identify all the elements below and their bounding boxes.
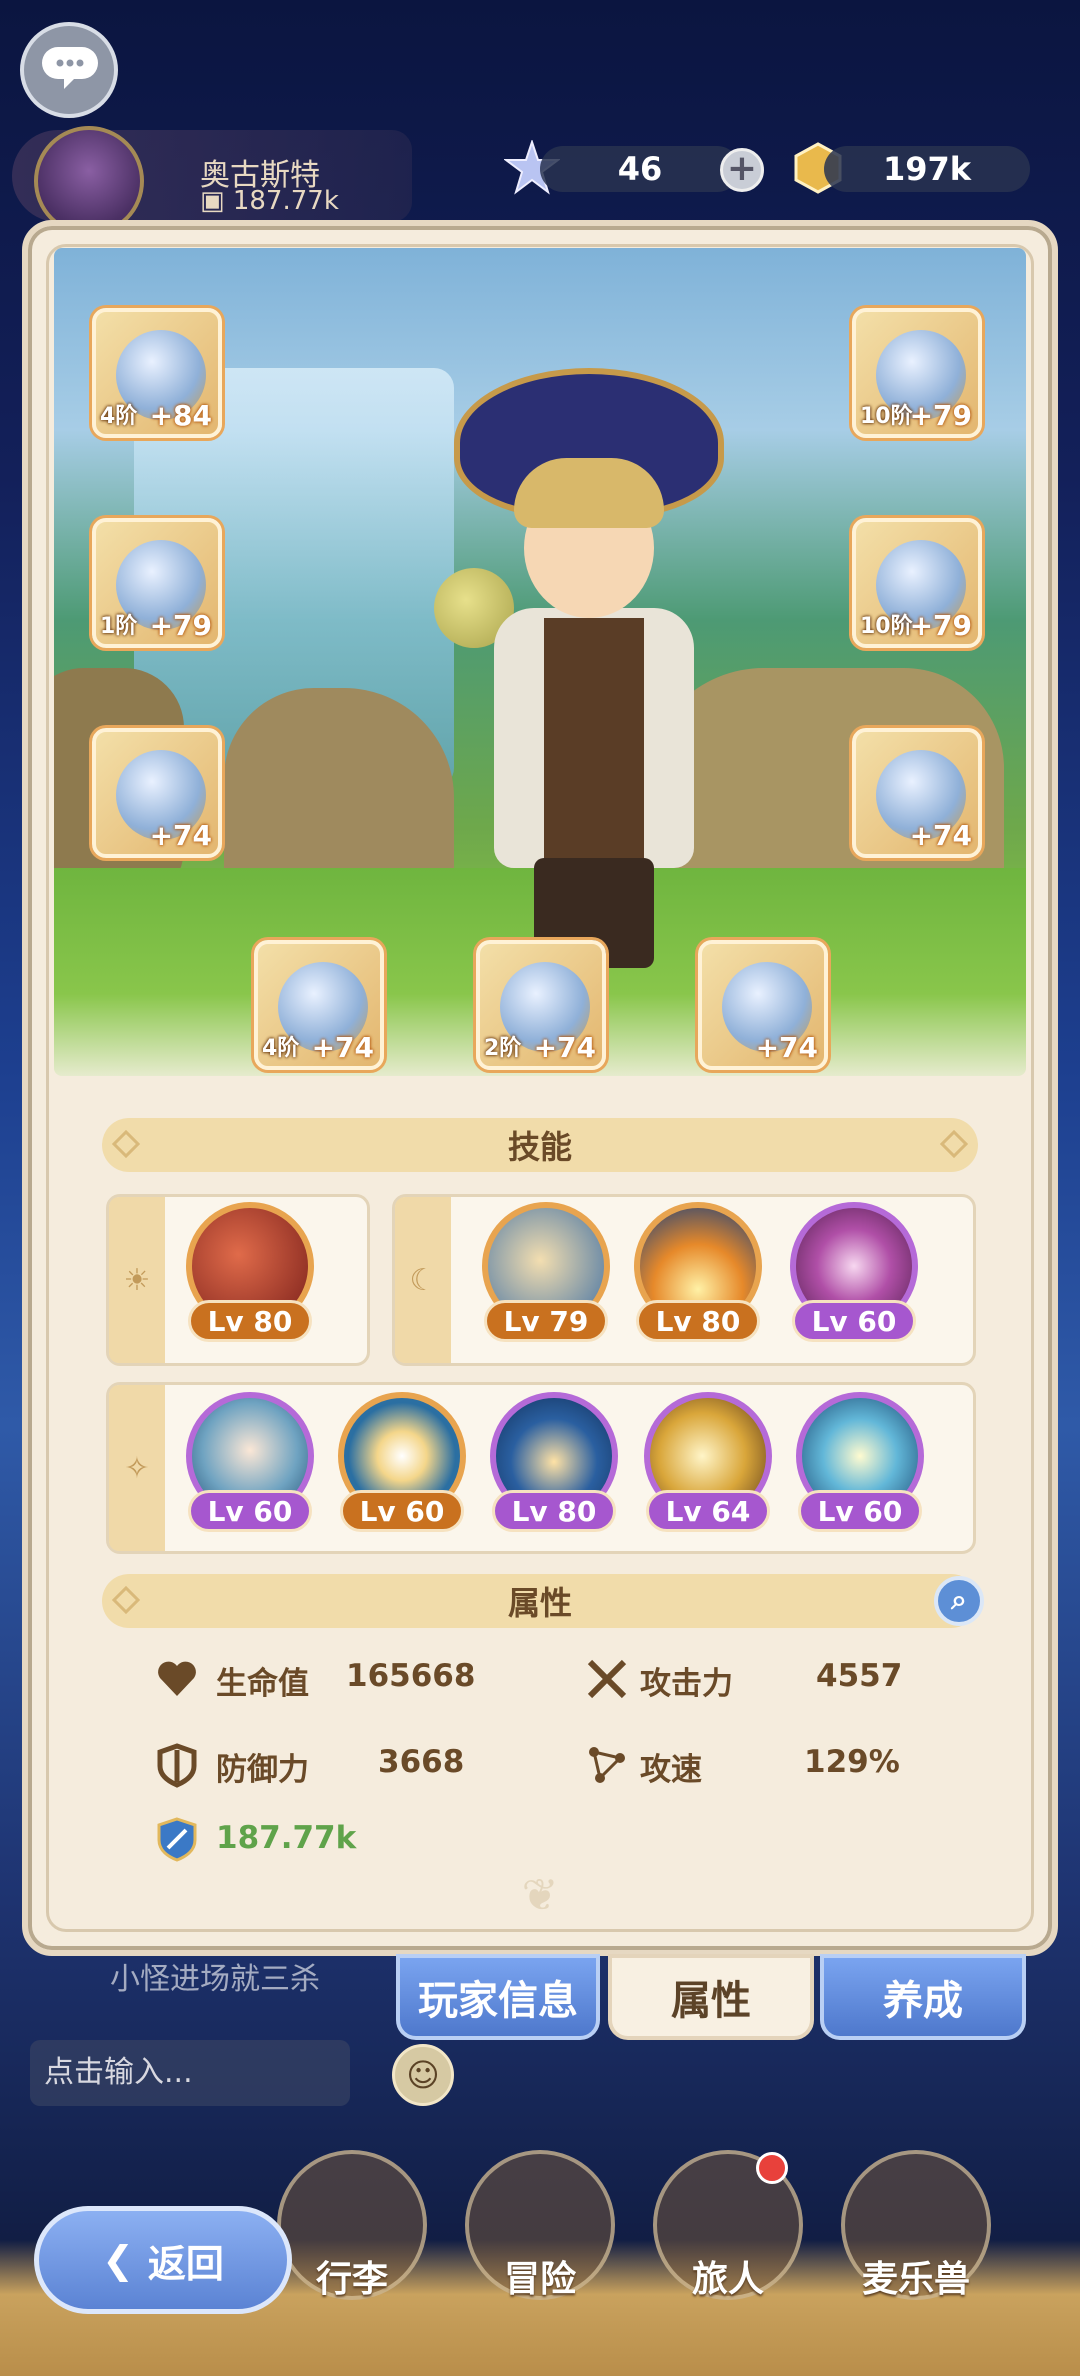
equip-slot-boots[interactable]: +74 <box>852 728 982 858</box>
tab-player-info[interactable]: 玩家信息 <box>396 1954 600 2040</box>
equip-tier: 4阶 <box>100 404 138 429</box>
skill-level-badge: Lv 60 <box>188 1490 312 1532</box>
attributes-detail-button[interactable]: ⌕ <box>934 1576 984 1626</box>
chat-bubble-icon <box>42 47 98 89</box>
power-shield-icon: ▣ <box>200 186 233 216</box>
nav-label: 行李 <box>315 2259 388 2300</box>
crystal-counter: 46 <box>540 146 740 192</box>
equip-level: +74 <box>755 1031 818 1064</box>
skills-title: 技能 <box>507 1128 572 1166</box>
skill-level-badge: Lv 64 <box>646 1490 770 1532</box>
skill-passive-4[interactable]: Lv 64 <box>644 1392 772 1532</box>
magnifier-icon: ⌕ <box>951 1583 967 1616</box>
stat-value-attack-speed: 129% <box>804 1744 900 1780</box>
sparkle-icon: ✧ <box>109 1385 165 1551</box>
skill-passive-3[interactable]: Lv 80 <box>490 1392 618 1532</box>
attributes-title: 属性 <box>507 1584 572 1622</box>
equip-slot-armor[interactable]: 1阶 +79 <box>92 518 222 648</box>
equip-tier: 1阶 <box>100 614 138 639</box>
sun-icon: ☀ <box>109 1197 165 1363</box>
equip-level: +79 <box>909 399 972 432</box>
equip-level: +74 <box>909 819 972 852</box>
skill-night-3[interactable]: Lv 60 <box>790 1202 918 1342</box>
attributes-header: 属性 ⌕ <box>102 1574 984 1628</box>
back-button[interactable]: ❮ 返回 <box>34 2206 292 2314</box>
equip-tier: 2阶 <box>484 1036 522 1061</box>
nav-luggage[interactable]: 行李 <box>272 2150 432 2350</box>
skill-night-1[interactable]: Lv 79 <box>482 1202 610 1342</box>
skill-level-badge: Lv 60 <box>792 1300 916 1342</box>
power-value: 187.77k <box>216 1820 357 1856</box>
equip-level: +74 <box>149 819 212 852</box>
crossed-swords-icon <box>587 1659 627 1699</box>
stat-value-attack: 4557 <box>816 1658 903 1694</box>
nav-label: 麦乐兽 <box>861 2259 970 2300</box>
notification-dot <box>756 2152 788 2184</box>
vest <box>544 618 644 858</box>
equip-slot-weapon[interactable]: 4阶 +84 <box>92 308 222 438</box>
equip-slot-helmet[interactable]: 10阶 +79 <box>852 308 982 438</box>
skill-passive-2[interactable]: Lv 60 <box>338 1392 466 1532</box>
nav-pets[interactable]: 麦乐兽 <box>836 2150 996 2350</box>
chat-input[interactable]: 点击输入... <box>30 2040 350 2106</box>
skill-level-badge: Lv 79 <box>484 1300 608 1342</box>
speed-icon <box>589 1747 625 1783</box>
skill-night-2[interactable]: Lv 80 <box>634 1202 762 1342</box>
nav-label: 旅人 <box>691 2259 764 2300</box>
player-power: ▣ 187.77k <box>200 186 339 216</box>
add-crystal-button[interactable]: + <box>720 148 764 192</box>
equip-level: +74 <box>311 1031 374 1064</box>
equip-level: +79 <box>909 609 972 642</box>
equip-slot-charm[interactable]: +74 <box>698 940 828 1070</box>
chat-button[interactable] <box>20 22 118 118</box>
stat-label-attack-speed: 攻速 <box>640 1752 702 1788</box>
skill-level-badge: Lv 80 <box>492 1490 616 1532</box>
panel-ornament: ❦ <box>521 1870 559 1921</box>
shield-icon <box>157 1743 197 1788</box>
skill-passive-1[interactable]: Lv 60 <box>186 1392 314 1532</box>
tab-cultivation[interactable]: 养成 <box>820 1954 1026 2040</box>
skill-level-badge: Lv 60 <box>340 1490 464 1532</box>
equip-slot-necklace[interactable]: 2阶 +74 <box>476 940 606 1070</box>
equip-level: +79 <box>149 609 212 642</box>
skill-level-badge: Lv 60 <box>798 1490 922 1532</box>
diamond-ornament-icon <box>939 1129 969 1159</box>
skill-level-badge: Lv 80 <box>636 1300 760 1342</box>
hair <box>514 458 664 528</box>
equip-tier: 10阶 <box>860 614 913 639</box>
diamond-ornament-icon <box>111 1585 141 1615</box>
back-label: 返回 <box>147 2241 224 2286</box>
nav-adventure[interactable]: 冒险 <box>460 2150 620 2350</box>
smiley-icon: ☺ <box>406 2056 440 2094</box>
stat-label-hp: 生命值 <box>216 1666 309 1702</box>
equip-tier: 10阶 <box>860 404 913 429</box>
equip-slot-pants[interactable]: +74 <box>92 728 222 858</box>
tab-attributes[interactable]: 属性 <box>608 1954 814 2040</box>
back-arrow-icon: ❮ <box>102 2238 134 2282</box>
skill-passive-5[interactable]: Lv 60 <box>796 1392 924 1532</box>
chat-message: 小怪进场就三杀 <box>110 1962 320 1997</box>
stat-value-defense: 3668 <box>378 1744 465 1780</box>
equip-slot-gloves[interactable]: 10阶 +79 <box>852 518 982 648</box>
equip-level: +84 <box>149 399 212 432</box>
equip-slot-ring[interactable]: 4阶 +74 <box>254 940 384 1070</box>
skill-level-badge: Lv 80 <box>188 1300 312 1342</box>
gold-counter: 197k <box>824 146 1030 192</box>
nav-label: 冒险 <box>503 2259 576 2300</box>
stat-label-attack: 攻击力 <box>640 1666 733 1702</box>
equip-level: +74 <box>533 1031 596 1064</box>
power-shield-icon <box>157 1817 197 1862</box>
stat-value-hp: 165668 <box>346 1658 476 1694</box>
moon-icon: ☾ <box>395 1197 451 1363</box>
emoji-button[interactable]: ☺ <box>392 2044 454 2106</box>
character-model[interactable] <box>434 328 754 968</box>
heart-icon <box>158 1661 196 1696</box>
nav-traveler[interactable]: 旅人 <box>648 2150 808 2350</box>
equip-tier: 4阶 <box>262 1036 300 1061</box>
stat-label-defense: 防御力 <box>216 1752 309 1788</box>
skill-day-1[interactable]: Lv 80 <box>186 1202 314 1342</box>
skills-header: 技能 <box>102 1118 978 1172</box>
diamond-ornament-icon <box>111 1129 141 1159</box>
